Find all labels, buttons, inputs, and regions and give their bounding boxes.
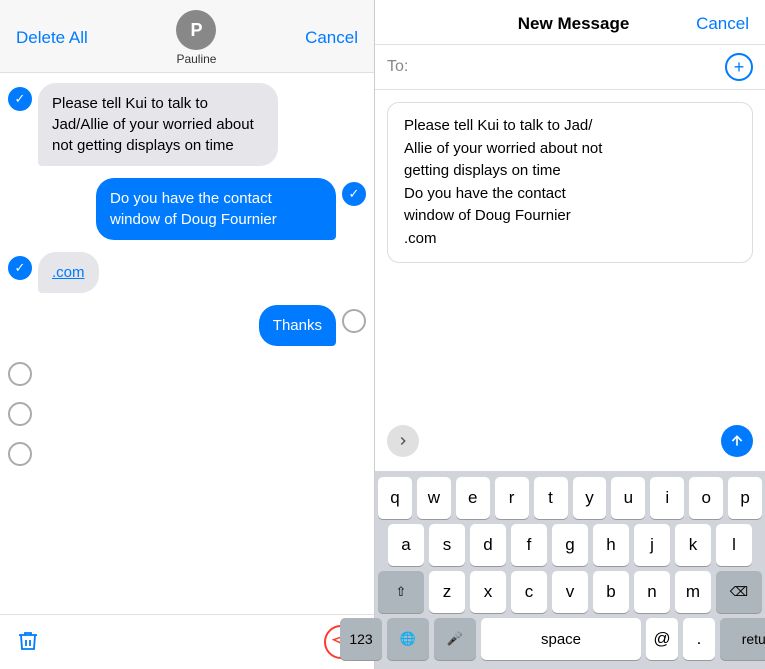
table-row: .com bbox=[8, 252, 366, 293]
add-recipient-button[interactable]: + bbox=[725, 53, 753, 81]
messages-list: Please tell Kui to talk to Jad/Allie of … bbox=[0, 73, 374, 614]
key-p[interactable]: p bbox=[728, 477, 762, 519]
key-u[interactable]: u bbox=[611, 477, 645, 519]
key-w[interactable]: w bbox=[417, 477, 451, 519]
table-row bbox=[8, 358, 366, 386]
period-key[interactable]: . bbox=[683, 618, 715, 660]
key-g[interactable]: g bbox=[552, 524, 588, 566]
key-e[interactable]: e bbox=[456, 477, 490, 519]
bubble-link-1: .com bbox=[38, 252, 99, 293]
left-cancel-button[interactable]: Cancel bbox=[305, 28, 358, 48]
table-row: Please tell Kui to talk to Jad/Allie of … bbox=[8, 83, 366, 166]
key-z[interactable]: z bbox=[429, 571, 465, 613]
key-j[interactable]: j bbox=[634, 524, 670, 566]
left-footer bbox=[0, 614, 374, 669]
expand-button[interactable] bbox=[387, 425, 419, 457]
key-d[interactable]: d bbox=[470, 524, 506, 566]
key-s[interactable]: s bbox=[429, 524, 465, 566]
checkbox-msg7[interactable] bbox=[8, 442, 32, 466]
send-button[interactable] bbox=[721, 425, 753, 457]
key-i[interactable]: i bbox=[650, 477, 684, 519]
key-b[interactable]: b bbox=[593, 571, 629, 613]
send-arrow-icon bbox=[729, 433, 745, 449]
key-m[interactable]: m bbox=[675, 571, 711, 613]
checkbox-msg4[interactable] bbox=[342, 309, 366, 333]
return-key[interactable]: return bbox=[720, 618, 765, 660]
keyboard-row-3: ⇧ z x c v b n m ⌫ bbox=[378, 571, 762, 613]
trash-button[interactable] bbox=[16, 629, 40, 656]
globe-key[interactable]: 🌐 bbox=[387, 618, 429, 660]
table-row: Thanks bbox=[8, 305, 366, 346]
trash-icon bbox=[16, 629, 40, 653]
shift-key[interactable]: ⇧ bbox=[378, 571, 424, 613]
new-message-title: New Message bbox=[518, 14, 630, 34]
key-x[interactable]: x bbox=[470, 571, 506, 613]
space-key[interactable]: space bbox=[481, 618, 641, 660]
checkbox-msg6[interactable] bbox=[8, 402, 32, 426]
bubble-received-1: Please tell Kui to talk to Jad/Allie of … bbox=[38, 83, 278, 166]
key-t[interactable]: t bbox=[534, 477, 568, 519]
key-n[interactable]: n bbox=[634, 571, 670, 613]
left-header: Delete All P Pauline Cancel bbox=[0, 0, 374, 73]
left-panel: Delete All P Pauline Cancel Please tell … bbox=[0, 0, 375, 669]
at-key[interactable]: @ bbox=[646, 618, 678, 660]
right-header: New Message Cancel bbox=[375, 0, 765, 45]
bubble-sent-2: Thanks bbox=[259, 305, 336, 346]
checkbox-msg2[interactable] bbox=[342, 182, 366, 206]
backspace-key[interactable]: ⌫ bbox=[716, 571, 762, 613]
numbers-key[interactable]: 123 bbox=[340, 618, 382, 660]
keyboard-row-1: q w e r t y u i o p bbox=[378, 477, 762, 519]
key-q[interactable]: q bbox=[378, 477, 412, 519]
contact-name: Pauline bbox=[176, 52, 216, 66]
to-input[interactable] bbox=[414, 58, 719, 76]
right-cancel-button[interactable]: Cancel bbox=[696, 14, 749, 34]
checkbox-msg1[interactable] bbox=[8, 87, 32, 111]
to-row: To: + bbox=[375, 45, 765, 90]
key-y[interactable]: y bbox=[573, 477, 607, 519]
checkbox-msg3[interactable] bbox=[8, 256, 32, 280]
table-row: Do you have the contact window of Doug F… bbox=[8, 178, 366, 240]
key-r[interactable]: r bbox=[495, 477, 529, 519]
keyboard-row-2: a s d f g h j k l bbox=[378, 524, 762, 566]
preview-text: Please tell Kui to talk to Jad/ Allie of… bbox=[404, 117, 602, 247]
right-panel: New Message Cancel To: + Please tell Kui… bbox=[375, 0, 765, 669]
key-l[interactable]: l bbox=[716, 524, 752, 566]
key-v[interactable]: v bbox=[552, 571, 588, 613]
keyboard-row-4: 123 🌐 🎤 space @ . return bbox=[378, 618, 762, 660]
bubble-sent-1: Do you have the contact window of Doug F… bbox=[96, 178, 336, 240]
mic-key[interactable]: 🎤 bbox=[434, 618, 476, 660]
delete-all-button[interactable]: Delete All bbox=[16, 28, 88, 48]
key-h[interactable]: h bbox=[593, 524, 629, 566]
checkbox-msg5[interactable] bbox=[8, 362, 32, 386]
key-c[interactable]: c bbox=[511, 571, 547, 613]
key-f[interactable]: f bbox=[511, 524, 547, 566]
keyboard: q w e r t y u i o p a s d f g h j k l ⇧ … bbox=[375, 471, 765, 669]
contact-info: P Pauline bbox=[176, 10, 216, 66]
key-k[interactable]: k bbox=[675, 524, 711, 566]
avatar: P bbox=[176, 10, 216, 50]
to-label: To: bbox=[387, 58, 408, 76]
key-a[interactable]: a bbox=[388, 524, 424, 566]
message-preview-bubble: Please tell Kui to talk to Jad/ Allie of… bbox=[387, 102, 753, 263]
key-o[interactable]: o bbox=[689, 477, 723, 519]
chevron-right-icon bbox=[396, 434, 410, 448]
table-row bbox=[8, 438, 366, 466]
message-preview-area: Please tell Kui to talk to Jad/ Allie of… bbox=[375, 90, 765, 471]
table-row bbox=[8, 398, 366, 426]
